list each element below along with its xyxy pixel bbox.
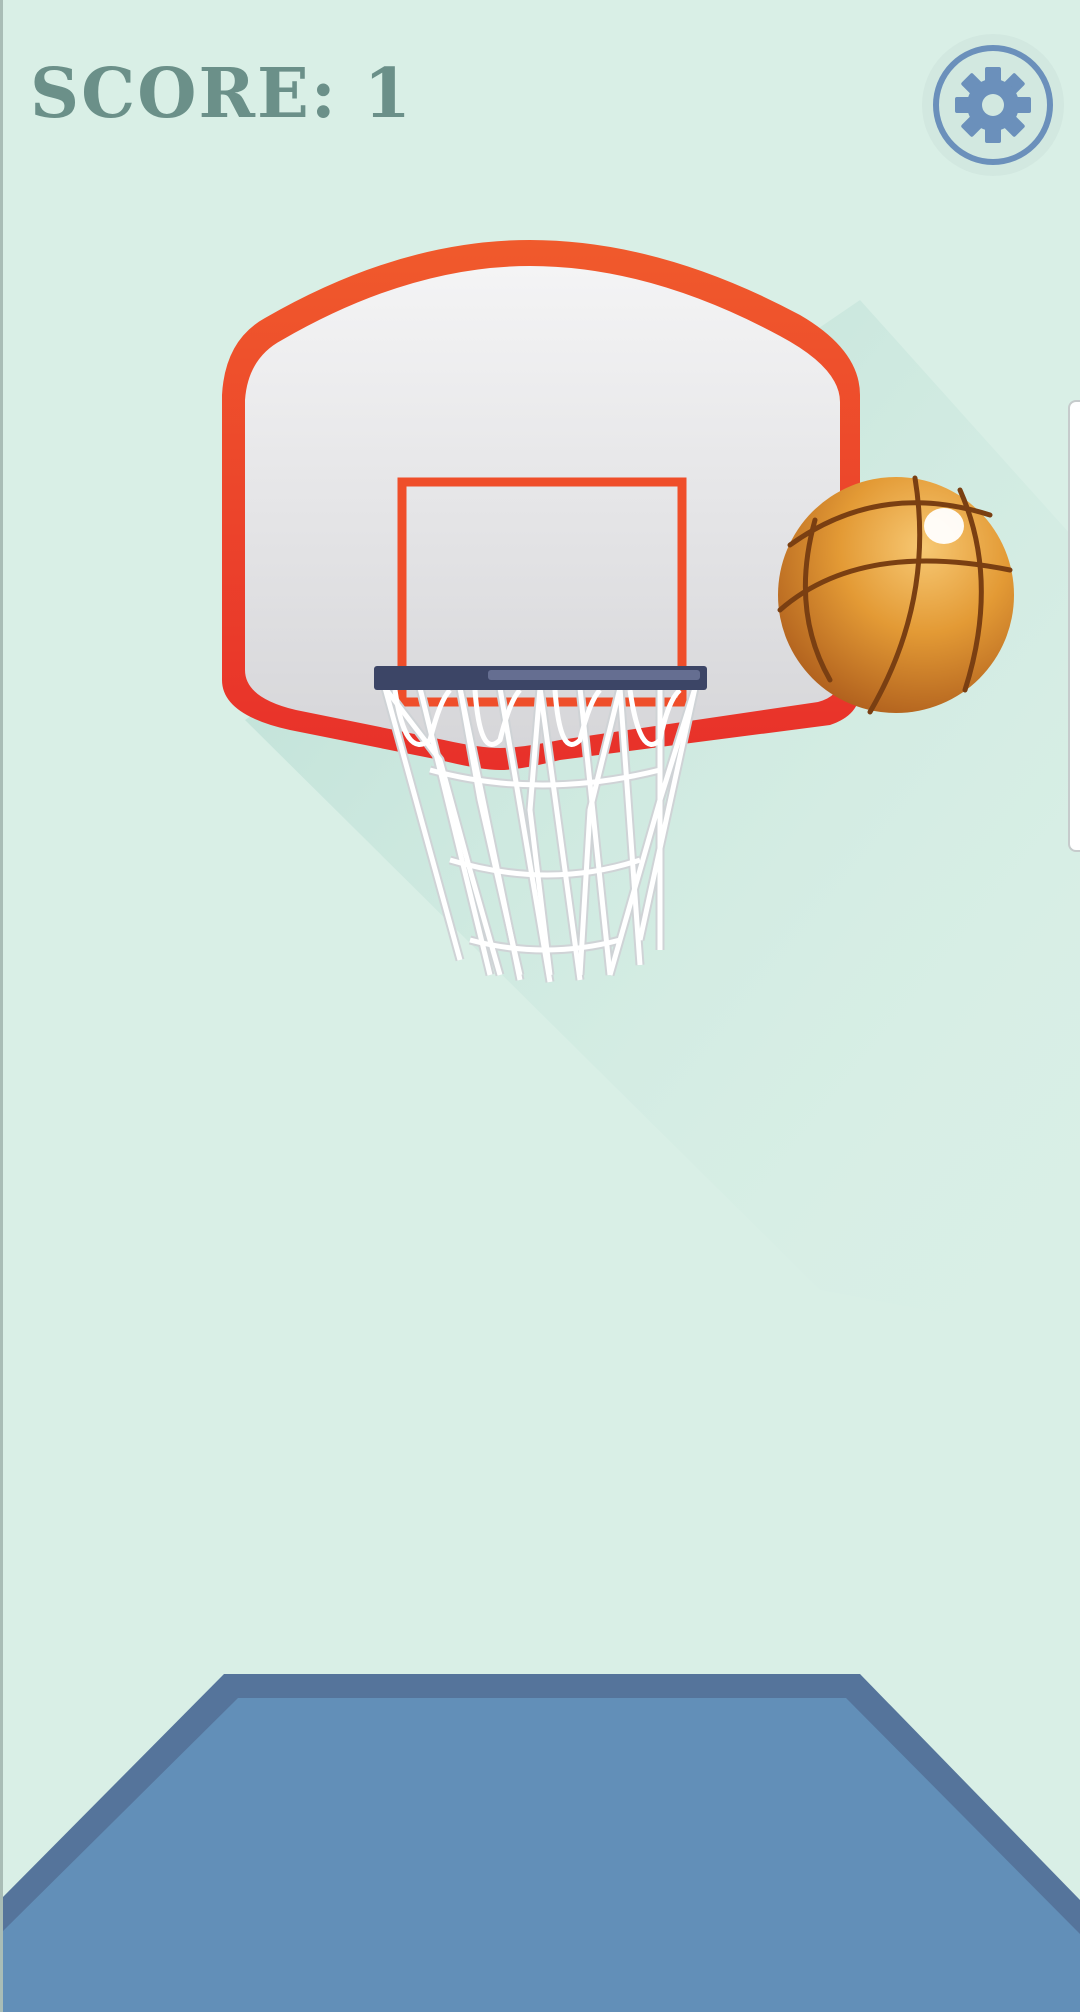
basketball [777, 475, 1014, 715]
game-scene [0, 240, 1080, 2012]
settings-button[interactable] [922, 34, 1064, 176]
rim [374, 666, 707, 690]
gear-icon [933, 45, 1053, 165]
score-label: SCORE: 1 [30, 54, 413, 134]
court-floor [0, 1674, 1080, 2012]
side-scroll-handle[interactable] [1068, 400, 1080, 852]
screen-left-edge [0, 0, 3, 2012]
game-screen[interactable]: SCORE: 1 [0, 0, 1080, 2012]
